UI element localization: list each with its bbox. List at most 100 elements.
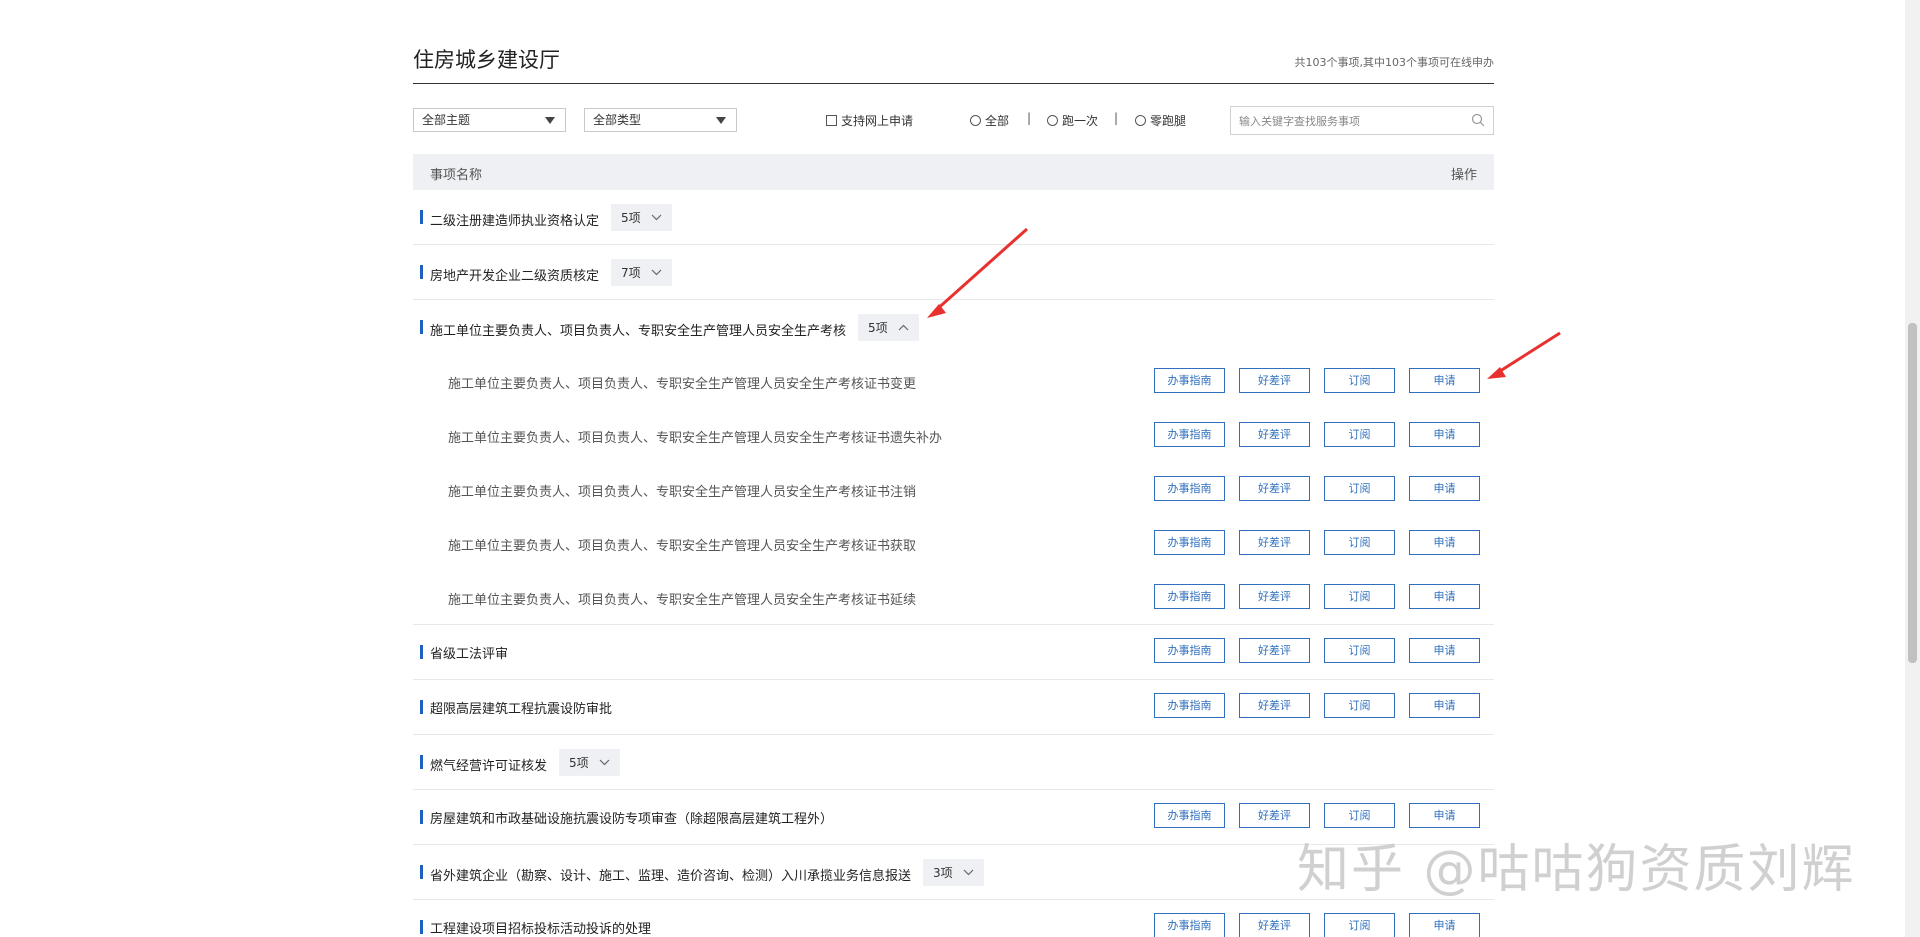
item-name[interactable]: 二级注册建造师执业资格认定 5项 [430, 204, 672, 235]
subscribe-button[interactable]: 订阅 [1324, 693, 1395, 718]
main-container: 住房城乡建设厅 共103个事项,其中103个事项可在线申办 全部主题 全部类型 … [413, 0, 1494, 937]
row-marker [420, 320, 423, 334]
guide-button[interactable]: 办事指南 [1154, 913, 1225, 937]
rate-button[interactable]: 好差评 [1239, 803, 1310, 828]
scrollbar-thumb[interactable] [1908, 323, 1917, 663]
item-name[interactable]: 房屋建筑和市政基础设施抗震设防专项审查（除超限高层建筑工程外） [430, 808, 833, 827]
item-name[interactable]: 燃气经营许可证核发 5项 [430, 749, 620, 780]
sub-count: 3项 [933, 866, 953, 880]
apply-button[interactable]: 申请 [1409, 422, 1480, 447]
online-apply-filter[interactable]: 支持网上申请 [826, 112, 913, 129]
rate-button[interactable]: 好差评 [1239, 638, 1310, 663]
expand-toggle[interactable]: 5项 [559, 749, 620, 776]
filter-bar: 全部主题 全部类型 支持网上申请 全部 | 跑一次 | 零跑腿 输入关键字查找服… [413, 84, 1494, 154]
chevron-down-icon [651, 214, 662, 221]
rate-button[interactable]: 好差评 [1239, 422, 1310, 447]
radio-zero[interactable]: 零跑腿 [1135, 112, 1186, 129]
apply-button[interactable]: 申请 [1409, 476, 1480, 501]
subscribe-button[interactable]: 订阅 [1324, 422, 1395, 447]
apply-button[interactable]: 申请 [1409, 530, 1480, 555]
vertical-scrollbar[interactable] [1905, 0, 1920, 937]
radio-once[interactable]: 跑一次 [1047, 112, 1098, 129]
search-input[interactable] [1231, 108, 1461, 135]
expand-toggle[interactable]: 7项 [611, 259, 672, 286]
rate-button[interactable]: 好差评 [1239, 530, 1310, 555]
rate-button[interactable]: 好差评 [1239, 584, 1310, 609]
row-actions: 办事指南 好差评 订阅 申请 [1154, 530, 1480, 555]
page: 住房城乡建设厅 共103个事项,其中103个事项可在线申办 全部主题 全部类型 … [0, 0, 1920, 937]
sub-count: 5项 [621, 211, 641, 225]
sub-item-name[interactable]: 施工单位主要负责人、项目负责人、专职安全生产管理人员安全生产考核证书获取 [448, 535, 916, 554]
separator: | [1114, 111, 1119, 125]
online-apply-label: 支持网上申请 [841, 114, 914, 128]
guide-button[interactable]: 办事指南 [1154, 638, 1225, 663]
expand-toggle[interactable]: 5项 [611, 204, 672, 231]
row-actions: 办事指南 好差评 订阅 申请 [1154, 638, 1480, 663]
items-list: 二级注册建造师执业资格认定 5项 房地产开发企业二级资质核定 7项 施工单位主要负责… [413, 190, 1494, 937]
sub-item-name[interactable]: 施工单位主要负责人、项目负责人、专职安全生产管理人员安全生产考核证书注销 [448, 481, 916, 500]
page-header: 住房城乡建设厅 共103个事项,其中103个事项可在线申办 [413, 0, 1494, 84]
online-apply-checkbox[interactable] [826, 115, 837, 126]
item-name[interactable]: 房地产开发企业二级资质核定 7项 [430, 259, 672, 290]
subscribe-button[interactable]: 订阅 [1324, 530, 1395, 555]
apply-button[interactable]: 申请 [1409, 638, 1480, 663]
guide-button[interactable]: 办事指南 [1154, 476, 1225, 501]
chevron-up-icon [898, 324, 909, 331]
row-marker [420, 700, 423, 714]
rate-button[interactable]: 好差评 [1239, 368, 1310, 393]
guide-button[interactable]: 办事指南 [1154, 584, 1225, 609]
apply-button[interactable]: 申请 [1409, 584, 1480, 609]
apply-button[interactable]: 申请 [1409, 368, 1480, 393]
subscribe-button[interactable]: 订阅 [1324, 638, 1395, 663]
radio-once-circle[interactable] [1047, 115, 1058, 126]
theme-select[interactable]: 全部主题 [413, 108, 566, 132]
item-name[interactable]: 省外建筑企业（勘察、设计、施工、监理、造价咨询、检测）入川承揽业务信息报送 3项 [430, 859, 984, 890]
rate-button[interactable]: 好差评 [1239, 913, 1310, 937]
apply-button[interactable]: 申请 [1409, 803, 1480, 828]
search-icon[interactable] [1471, 113, 1485, 127]
item-name[interactable]: 超限高层建筑工程抗震设防审批 [430, 698, 612, 717]
item-name-text: 燃气经营许可证核发 [430, 759, 548, 774]
items-summary: 共103个事项,其中103个事项可在线申办 [1294, 56, 1495, 69]
subscribe-button[interactable]: 订阅 [1324, 584, 1395, 609]
guide-button[interactable]: 办事指南 [1154, 803, 1225, 828]
caret-down-icon [545, 117, 555, 124]
table-header: 事项名称 操作 [413, 154, 1494, 190]
subscribe-button[interactable]: 订阅 [1324, 368, 1395, 393]
row-marker [420, 865, 423, 879]
row-actions: 办事指南 好差评 订阅 申请 [1154, 693, 1480, 718]
subscribe-button[interactable]: 订阅 [1324, 913, 1395, 937]
sub-item-name[interactable]: 施工单位主要负责人、项目负责人、专职安全生产管理人员安全生产考核证书延续 [448, 589, 916, 608]
radio-all-circle[interactable] [970, 115, 981, 126]
radio-all[interactable]: 全部 [970, 112, 1009, 129]
guide-button[interactable]: 办事指南 [1154, 368, 1225, 393]
item-name[interactable]: 省级工法评审 [430, 643, 508, 662]
item-row: 燃气经营许可证核发 5项 [413, 735, 1494, 790]
caret-down-icon [716, 117, 726, 124]
subscribe-button[interactable]: 订阅 [1324, 476, 1395, 501]
subscribe-button[interactable]: 订阅 [1324, 803, 1395, 828]
rate-button[interactable]: 好差评 [1239, 476, 1310, 501]
radio-all-label: 全部 [985, 114, 1010, 128]
separator: | [1027, 111, 1032, 125]
expand-toggle[interactable]: 3项 [923, 859, 984, 886]
rate-button[interactable]: 好差评 [1239, 693, 1310, 718]
collapse-toggle[interactable]: 5项 [858, 314, 919, 341]
sub-item-name[interactable]: 施工单位主要负责人、项目负责人、专职安全生产管理人员安全生产考核证书变更 [448, 373, 916, 392]
apply-button[interactable]: 申请 [1409, 693, 1480, 718]
apply-button[interactable]: 申请 [1409, 913, 1480, 937]
type-select[interactable]: 全部类型 [584, 108, 737, 132]
guide-button[interactable]: 办事指南 [1154, 693, 1225, 718]
guide-button[interactable]: 办事指南 [1154, 422, 1225, 447]
item-name-text: 房地产开发企业二级资质核定 [430, 269, 600, 284]
row-marker [420, 210, 423, 224]
sub-item-name[interactable]: 施工单位主要负责人、项目负责人、专职安全生产管理人员安全生产考核证书遗失补办 [448, 427, 942, 446]
search-box [1230, 106, 1494, 135]
sub-item-row: 施工单位主要负责人、项目负责人、专职安全生产管理人员安全生产考核证书遗失补办 办… [413, 409, 1494, 463]
red-arrow-annotation [1487, 331, 1561, 379]
item-name[interactable]: 施工单位主要负责人、项目负责人、专职安全生产管理人员安全生产考核 5项 [430, 314, 919, 345]
radio-zero-circle[interactable] [1135, 115, 1146, 126]
row-actions: 办事指南 好差评 订阅 申请 [1154, 913, 1480, 937]
guide-button[interactable]: 办事指南 [1154, 530, 1225, 555]
item-name[interactable]: 工程建设项目招标投标活动投诉的处理 [430, 918, 651, 937]
